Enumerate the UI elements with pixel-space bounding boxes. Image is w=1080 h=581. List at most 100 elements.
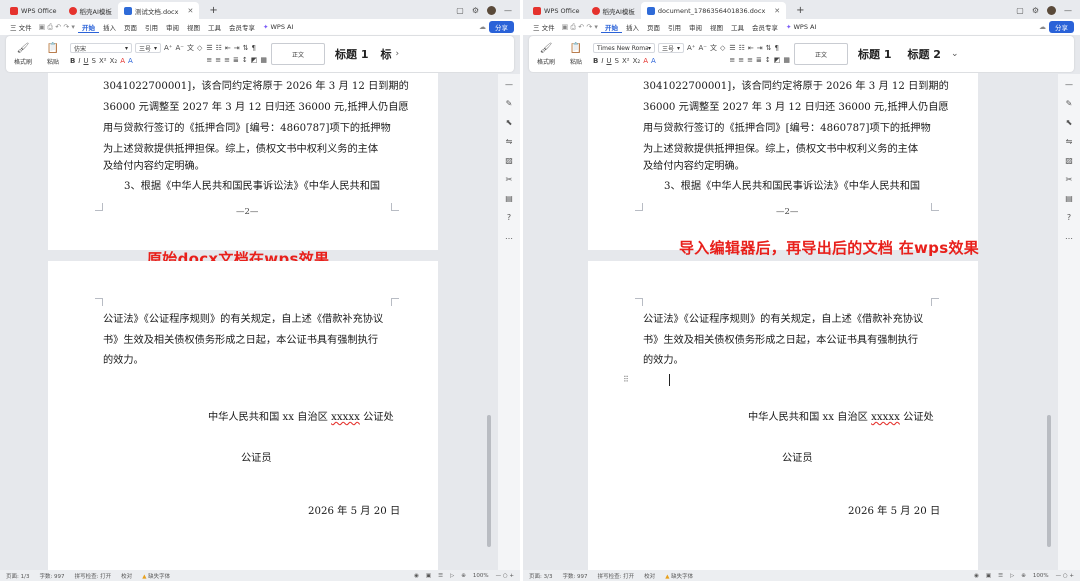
- page-view-icon[interactable]: ▣: [426, 573, 431, 579]
- style-heading-2[interactable]: 标: [378, 46, 391, 62]
- strikethrough-icon[interactable]: S: [92, 57, 96, 65]
- align-justify-icon[interactable]: ≣: [756, 56, 762, 64]
- align-left-icon[interactable]: ≡: [729, 56, 735, 64]
- highlight-icon[interactable]: A: [643, 57, 648, 65]
- menu-view[interactable]: 视图: [706, 22, 727, 32]
- style-normal[interactable]: 正文: [793, 43, 848, 65]
- font-color-icon[interactable]: A: [128, 57, 133, 65]
- menu-insert[interactable]: 插入: [622, 22, 643, 32]
- menu-file[interactable]: 三 文件: [6, 22, 36, 32]
- proofread-button[interactable]: 校对: [121, 572, 132, 580]
- vertical-scrollbar[interactable]: [486, 147, 492, 559]
- drag-handle-icon[interactable]: ⠿: [623, 375, 629, 384]
- align-right-icon[interactable]: ≡: [747, 56, 753, 64]
- tab-wps-office[interactable]: WPS Office: [527, 2, 586, 19]
- font-color-icon[interactable]: A: [651, 57, 656, 65]
- minimize-restore-icon[interactable]: ▢: [456, 6, 464, 15]
- minimize-restore-icon[interactable]: ▢: [1016, 6, 1024, 15]
- avatar[interactable]: [1047, 6, 1056, 15]
- menu-references[interactable]: 引用: [664, 22, 685, 32]
- line-spacing-icon[interactable]: ↕: [765, 56, 771, 64]
- align-center-icon[interactable]: ≡: [215, 56, 221, 64]
- wps-ai-menu[interactable]: ✦ WPS AI: [259, 23, 297, 31]
- font-size-select[interactable]: 三号 ▾: [135, 43, 161, 53]
- show-marks-icon[interactable]: ¶: [775, 44, 779, 52]
- page-indicator[interactable]: 页面: 3/3: [529, 572, 552, 580]
- outdent-icon[interactable]: ⇤: [225, 44, 231, 52]
- template-icon[interactable]: ▤: [505, 194, 513, 203]
- zoom-level[interactable]: 100%: [1033, 573, 1049, 579]
- align-right-icon[interactable]: ≡: [224, 56, 230, 64]
- number-list-icon[interactable]: ☷: [739, 44, 745, 52]
- number-list-icon[interactable]: ☷: [216, 44, 222, 52]
- menu-tools[interactable]: 工具: [204, 22, 225, 32]
- superscript-icon[interactable]: X²: [99, 57, 107, 65]
- help-icon[interactable]: ?: [1067, 213, 1071, 222]
- menu-references[interactable]: 引用: [141, 22, 162, 32]
- line-spacing-icon[interactable]: ↕: [242, 56, 248, 64]
- show-marks-icon[interactable]: ¶: [252, 44, 256, 52]
- minus-icon[interactable]: —: [1065, 80, 1073, 89]
- picture-icon[interactable]: ▨: [1065, 156, 1073, 165]
- highlight-icon[interactable]: A: [120, 57, 125, 65]
- wps-ai-menu[interactable]: ✦ WPS AI: [782, 23, 820, 31]
- new-tab-button[interactable]: +: [199, 2, 227, 19]
- globe-icon[interactable]: ⊕: [461, 573, 466, 579]
- page-view-icon[interactable]: ▣: [986, 573, 991, 579]
- tab-docer-ai[interactable]: 稻壳AI模板: [63, 2, 118, 19]
- adjust-icon[interactable]: ⇋: [506, 137, 513, 146]
- font-shrink-icon[interactable]: A⁻: [175, 44, 183, 52]
- menu-view[interactable]: 视图: [183, 22, 204, 32]
- share-button[interactable]: 分享: [1049, 21, 1074, 33]
- quick-access-icons[interactable]: ▣ ⎙ ↶ ↷ ▾: [36, 23, 78, 32]
- eye-icon[interactable]: ◉: [414, 573, 419, 579]
- spell-check-status[interactable]: 拼写检查: 打开: [598, 572, 635, 580]
- style-heading-2[interactable]: 标题 2: [901, 46, 946, 62]
- underline-icon[interactable]: U: [83, 57, 88, 65]
- font-name-select[interactable]: 仿宋 ▾: [70, 43, 132, 53]
- adjust-icon[interactable]: ⇋: [1066, 137, 1073, 146]
- indent-icon[interactable]: ⇥: [757, 44, 763, 52]
- tools-icon[interactable]: ✂: [506, 175, 513, 184]
- bullet-list-icon[interactable]: ☰: [206, 44, 212, 52]
- close-icon[interactable]: ✕: [187, 7, 193, 15]
- play-icon[interactable]: ▷: [1010, 573, 1014, 579]
- select-icon[interactable]: ⬉: [506, 118, 513, 127]
- superscript-icon[interactable]: X²: [622, 57, 630, 65]
- bullet-list-icon[interactable]: ☰: [729, 44, 735, 52]
- menu-home[interactable]: 开始: [600, 22, 622, 33]
- align-left-icon[interactable]: ≡: [206, 56, 212, 64]
- phonetic-icon[interactable]: 文: [710, 43, 717, 53]
- quick-access-icons[interactable]: ▣ ⎙ ↶ ↷ ▾: [559, 23, 601, 32]
- pen-icon[interactable]: ✎: [1066, 99, 1073, 108]
- settings-icon[interactable]: ⚙: [1032, 6, 1039, 15]
- eye-icon[interactable]: ◉: [974, 573, 979, 579]
- list-view-icon[interactable]: ☰: [998, 573, 1003, 579]
- paste-button[interactable]: 📋 粘贴: [563, 43, 589, 66]
- outdent-icon[interactable]: ⇤: [748, 44, 754, 52]
- subscript-icon[interactable]: X₂: [633, 57, 641, 65]
- clear-format-icon[interactable]: ◇: [197, 44, 202, 52]
- list-view-icon[interactable]: ☰: [438, 573, 443, 579]
- font-grow-icon[interactable]: A⁺: [687, 44, 695, 52]
- phonetic-icon[interactable]: 文: [187, 43, 194, 53]
- menu-review[interactable]: 审阅: [685, 22, 706, 32]
- page-indicator[interactable]: 页面: 1/3: [6, 572, 29, 580]
- menu-insert[interactable]: 插入: [99, 22, 120, 32]
- strikethrough-icon[interactable]: S: [615, 57, 619, 65]
- align-justify-icon[interactable]: ≣: [233, 56, 239, 64]
- align-center-icon[interactable]: ≡: [738, 56, 744, 64]
- new-tab-button[interactable]: +: [786, 2, 814, 19]
- spell-check-status[interactable]: 拼写检查: 打开: [75, 572, 112, 580]
- zoom-level[interactable]: 100%: [473, 573, 489, 579]
- cloud-icon[interactable]: ☁: [1036, 23, 1049, 31]
- menu-file[interactable]: 三 文件: [529, 22, 559, 32]
- menu-member[interactable]: 会员专享: [748, 22, 782, 32]
- font-grow-icon[interactable]: A⁺: [164, 44, 172, 52]
- more-icon[interactable]: …: [1065, 232, 1073, 241]
- format-painter-button[interactable]: 🖌 格式刷: [10, 43, 36, 66]
- pen-icon[interactable]: ✎: [506, 99, 513, 108]
- format-painter-button[interactable]: 🖌 格式刷: [533, 43, 559, 66]
- font-size-select[interactable]: 三号 ▾: [658, 43, 684, 53]
- border-icon[interactable]: ▦: [260, 56, 267, 64]
